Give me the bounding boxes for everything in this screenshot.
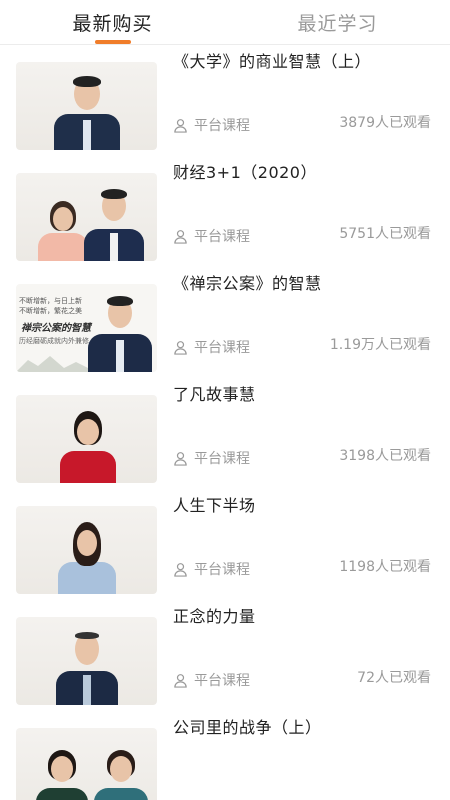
course-thumbnail: 不断增新，与日上新 不断增新，繁花之美 禅宗公案的智慧 历经磨砺成就内外兼修 <box>16 284 157 372</box>
course-list: 《大学》的商业智慧（上） 平台课程 3879人已观看 财经3+1（2020） 平 <box>0 45 450 800</box>
instructor-figure <box>54 76 120 150</box>
tab-latest-purchase[interactable]: 最新购买 <box>0 0 225 44</box>
instructor-figure <box>58 522 116 594</box>
user-outline-icon <box>174 673 187 688</box>
mountain-decoration <box>16 356 96 372</box>
course-thumbnail <box>16 62 157 150</box>
banner-line-2: 不断增新，繁花之美 <box>19 307 82 315</box>
course-thumbnail <box>16 395 157 483</box>
course-source-label: 平台课程 <box>194 340 250 356</box>
user-outline-icon <box>174 229 187 244</box>
view-count: 5751人已观看 <box>339 226 431 242</box>
course-title: 《禅宗公案》的智慧 <box>173 274 322 293</box>
course-source-label: 平台课程 <box>194 562 250 578</box>
course-source: 平台课程 <box>173 337 250 357</box>
course-source: 平台课程 <box>173 448 250 468</box>
view-count: 1198人已观看 <box>339 559 431 575</box>
instructor-figure <box>84 189 144 261</box>
course-thumbnail <box>16 728 157 800</box>
view-count: 72人已观看 <box>357 670 431 686</box>
view-count: 3879人已观看 <box>339 115 431 131</box>
course-thumbnail <box>16 506 157 594</box>
active-tab-indicator <box>94 40 131 44</box>
course-source-label: 平台课程 <box>194 673 250 689</box>
course-item[interactable]: 公司里的战争（上） <box>0 711 450 800</box>
course-source-label: 平台课程 <box>194 451 250 467</box>
course-item[interactable]: 财经3+1（2020） 平台课程 5751人已观看 <box>0 156 450 267</box>
instructor-figure <box>60 411 116 483</box>
course-thumbnail <box>16 173 157 261</box>
course-source-label: 平台课程 <box>194 118 250 134</box>
tab-bar: 最新购买 最近学习 <box>0 0 450 45</box>
course-title: 人生下半场 <box>173 496 256 515</box>
course-source: 平台课程 <box>173 670 250 690</box>
course-item[interactable]: 不断增新，与日上新 不断增新，繁花之美 禅宗公案的智慧 历经磨砺成就内外兼修 《… <box>0 267 450 378</box>
user-outline-icon <box>174 451 187 466</box>
instructor-figure <box>38 201 88 261</box>
course-source: 平台课程 <box>173 226 250 246</box>
course-title: 了凡故事慧 <box>173 385 256 404</box>
course-thumbnail <box>16 617 157 705</box>
instructor-figure <box>36 750 88 800</box>
view-count: 3198人已观看 <box>339 448 431 464</box>
banner-title: 禅宗公案的智慧 <box>21 323 91 334</box>
banner-line-3: 历经磨砺成就内外兼修 <box>19 337 89 345</box>
course-title: 正念的力量 <box>173 607 256 626</box>
tab-recent-study-label: 最近学习 <box>297 12 378 35</box>
course-title: 公司里的战争（上） <box>173 718 322 737</box>
instructor-figure <box>56 632 118 705</box>
tab-recent-study[interactable]: 最近学习 <box>225 0 450 44</box>
instructor-figure <box>88 296 152 372</box>
course-title: 财经3+1（2020） <box>173 163 317 182</box>
view-count: 1.19万人已观看 <box>329 337 431 353</box>
instructor-figure <box>94 750 148 800</box>
course-item[interactable]: 人生下半场 平台课程 1198人已观看 <box>0 489 450 600</box>
course-source: 平台课程 <box>173 115 250 135</box>
course-item[interactable]: 《大学》的商业智慧（上） 平台课程 3879人已观看 <box>0 45 450 156</box>
user-outline-icon <box>174 562 187 577</box>
course-item[interactable]: 正念的力量 平台课程 72人已观看 <box>0 600 450 711</box>
course-title: 《大学》的商业智慧（上） <box>173 52 372 71</box>
user-outline-icon <box>174 118 187 133</box>
tab-latest-purchase-label: 最新购买 <box>72 12 153 35</box>
course-item[interactable]: 了凡故事慧 平台课程 3198人已观看 <box>0 378 450 489</box>
course-source-label: 平台课程 <box>194 229 250 245</box>
user-outline-icon <box>174 340 187 355</box>
banner-line-1: 不断增新，与日上新 <box>19 297 82 305</box>
course-source: 平台课程 <box>173 559 250 579</box>
